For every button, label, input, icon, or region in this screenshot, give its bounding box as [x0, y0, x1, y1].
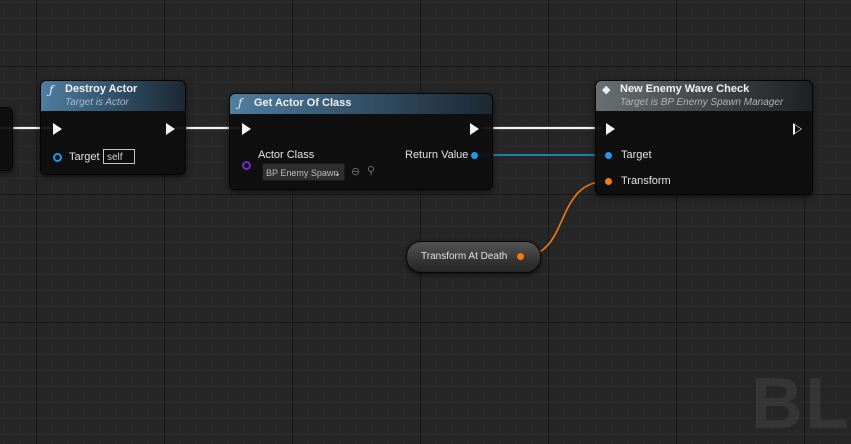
transform-at-death-variable-node[interactable]: Transform At Death — [406, 241, 541, 273]
exec-out-pin[interactable] — [470, 123, 479, 135]
function-icon: ƒ — [238, 96, 243, 110]
transform-at-death-pin[interactable] — [517, 253, 524, 260]
macro-icon: ◆ — [602, 83, 611, 96]
use-selected-icon[interactable]: ⊖ — [351, 165, 360, 178]
actor-class-dropdown[interactable]: BP Enemy Spawn ⌄ — [262, 163, 345, 181]
destroy-actor-node[interactable]: ƒ Destroy Actor Target is Actor Target s… — [40, 80, 186, 175]
actor-class-value: BP Enemy Spawn — [266, 168, 339, 178]
target-pin[interactable] — [605, 152, 612, 159]
dropdown-chevron-icon: ⌄ — [333, 168, 341, 178]
target-label: Target — [621, 149, 652, 161]
exec-in-pin[interactable] — [606, 123, 615, 135]
function-icon: ƒ — [49, 83, 54, 97]
get-actor-of-class-title: Get Actor Of Class — [254, 97, 352, 109]
new-enemy-wave-check-node[interactable]: ◆ New Enemy Wave Check Target is BP Enem… — [595, 80, 813, 195]
target-self-field[interactable]: self — [103, 149, 135, 164]
actor-class-pin[interactable] — [242, 161, 251, 170]
transform-at-death-label: Transform At Death — [421, 251, 508, 262]
blueprint-watermark: BLU — [751, 364, 851, 444]
destroy-actor-subtitle: Target is Actor — [65, 97, 129, 108]
new-enemy-wave-check-header[interactable]: ◆ New Enemy Wave Check Target is BP Enem… — [596, 81, 812, 111]
exec-in-pin[interactable] — [53, 123, 62, 135]
wire-layer — [0, 126, 609, 258]
actor-class-label: Actor Class — [258, 149, 315, 161]
new-enemy-wave-check-subtitle: Target is BP Enemy Spawn Manager — [620, 97, 784, 108]
left-offscreen-node[interactable] — [0, 107, 13, 171]
transform-pin[interactable] — [605, 178, 612, 185]
return-value-pin[interactable] — [471, 152, 478, 159]
target-pin[interactable] — [53, 153, 62, 162]
transform-label: Transform — [621, 175, 671, 187]
target-label: Target — [69, 151, 100, 163]
browse-icon[interactable]: ⚲ — [367, 164, 375, 177]
exec-out-pin[interactable] — [166, 123, 175, 135]
destroy-actor-title: Destroy Actor — [65, 83, 138, 95]
get-actor-of-class-header[interactable]: ƒ Get Actor Of Class — [230, 94, 492, 114]
exec-out-pin[interactable] — [793, 123, 802, 135]
destroy-actor-header[interactable]: ƒ Destroy Actor Target is Actor — [41, 81, 185, 111]
return-value-label: Return Value — [405, 149, 469, 161]
get-actor-of-class-node[interactable]: ƒ Get Actor Of Class Actor Class BP Enem… — [229, 93, 493, 190]
exec-in-pin[interactable] — [242, 123, 251, 135]
new-enemy-wave-check-title: New Enemy Wave Check — [620, 83, 750, 95]
